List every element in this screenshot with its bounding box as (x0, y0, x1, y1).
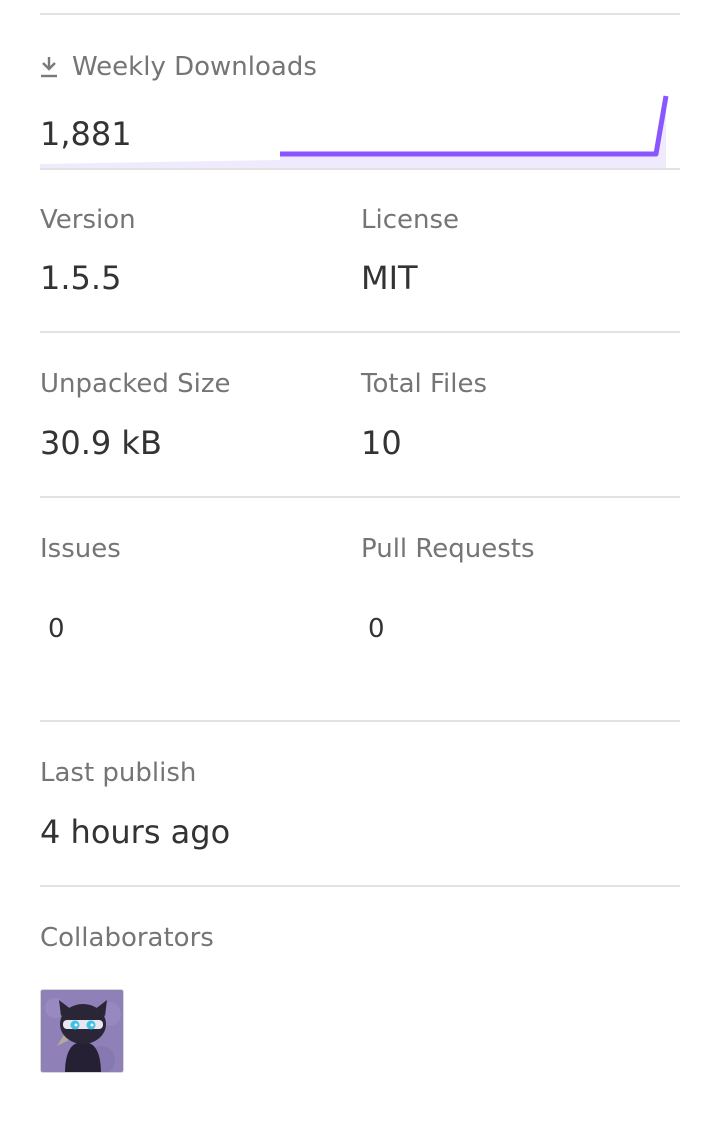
collaborators-label: Collaborators (40, 923, 214, 953)
license-label: License (361, 205, 460, 235)
weekly-downloads-count: 1,881 (40, 115, 132, 153)
weekly-downloads-label: Weekly Downloads (72, 52, 317, 82)
sparkline-fill (40, 96, 666, 170)
sparkline-line (280, 95, 669, 157)
downloads-sparkline (40, 95, 669, 170)
package-sidebar: Weekly Downloads 1,881 Version 1.5.5 Lic… (40, 0, 680, 1126)
issues-label: Issues (40, 534, 121, 564)
collaborator-avatar[interactable] (40, 989, 124, 1073)
version-divider (40, 331, 680, 333)
download-icon (40, 55, 58, 79)
issues-divider (40, 720, 680, 722)
pull-requests-label: Pull Requests (361, 534, 535, 564)
top-divider (40, 13, 680, 15)
unpacked-size-label: Unpacked Size (40, 369, 231, 399)
size-divider (40, 496, 680, 498)
unpacked-size-value: 30.9 kB (40, 424, 162, 462)
version-label: Version (40, 205, 136, 235)
total-files-value: 10 (361, 424, 402, 462)
downloads-divider (40, 168, 680, 170)
license-value: MIT (361, 259, 418, 297)
total-files-label: Total Files (361, 369, 488, 399)
issues-count-link[interactable]: 0 (48, 616, 65, 642)
last-publish-value: 4 hours ago (40, 813, 231, 851)
version-value: 1.5.5 (40, 259, 122, 297)
last-publish-label: Last publish (40, 758, 197, 788)
weekly-downloads-header: Weekly Downloads (40, 52, 317, 82)
publish-divider (40, 885, 680, 887)
pull-requests-count-link[interactable]: 0 (368, 616, 385, 642)
